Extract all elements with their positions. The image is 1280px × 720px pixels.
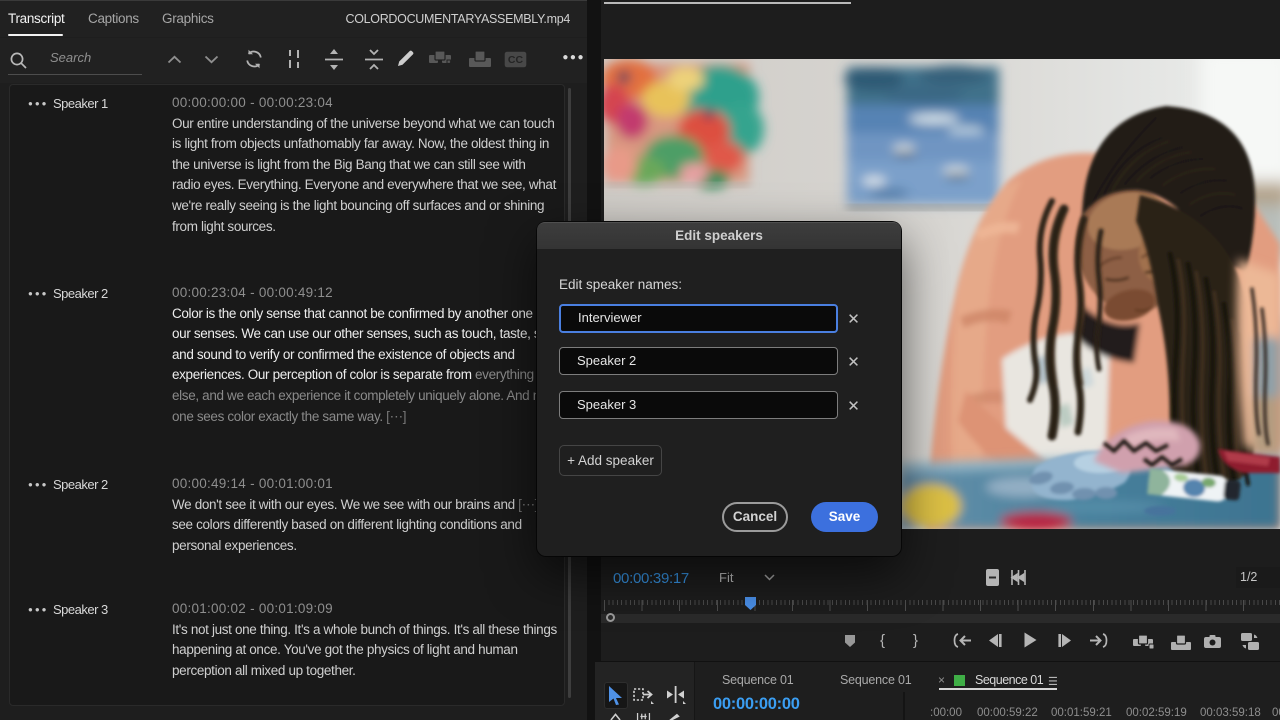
svg-text:CC: CC [508, 54, 524, 66]
